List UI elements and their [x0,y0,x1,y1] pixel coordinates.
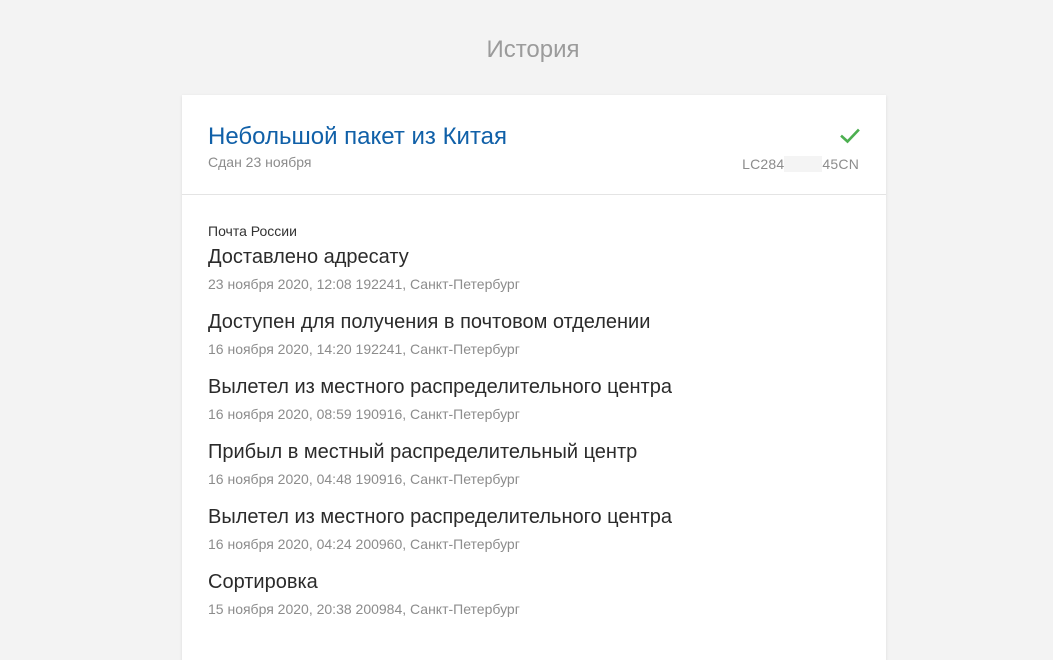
event-meta: 23 ноября 2020, 12:08 192241, Санкт-Пете… [208,276,520,292]
page-title: История [486,36,580,63]
tracking-prefix: LC284 [742,156,785,172]
history-event: Сортировка 15 ноября 2020, 20:38 200984,… [208,571,860,617]
event-meta: 15 ноября 2020, 20:38 200984, Санкт-Пете… [208,601,520,617]
tracking-redaction [784,156,823,172]
carrier-name: Почта России [208,223,297,239]
event-status: Сортировка [208,571,318,593]
tracking-suffix: 45CN [822,156,859,172]
event-meta: 16 ноября 2020, 04:48 190916, Санкт-Пете… [208,471,520,487]
check-icon [840,128,860,144]
parcel-subtitle: Сдан 23 ноября [208,154,312,170]
event-status: Доступен для получения в почтовом отделе… [208,311,651,333]
event-status: Вылетел из местного распределительного ц… [208,376,672,398]
event-meta: 16 ноября 2020, 04:24 200960, Санкт-Пете… [208,536,520,552]
history-event: Вылетел из местного распределительного ц… [208,506,860,552]
parcel-title[interactable]: Небольшой пакет из Китая [208,123,507,151]
tracking-card: Небольшой пакет из Китая Сдан 23 ноября … [182,95,886,660]
page: История Небольшой пакет из Китая Сдан 23… [0,0,1053,660]
history-event: Доступен для получения в почтовом отделе… [208,311,860,357]
history-event: Вылетел из местного распределительного ц… [208,376,860,422]
event-meta: 16 ноября 2020, 08:59 190916, Санкт-Пете… [208,406,520,422]
history-event: Прибыл в местный распределительный центр… [208,441,860,487]
event-status: Прибыл в местный распределительный центр [208,441,638,463]
history-event: Доставлено адресату 23 ноября 2020, 12:0… [208,246,860,292]
event-meta: 16 ноября 2020, 14:20 192241, Санкт-Пете… [208,341,520,357]
event-status: Вылетел из местного распределительного ц… [208,506,672,528]
parcel-header: Небольшой пакет из Китая Сдан 23 ноября … [182,95,886,195]
history-list: Почта России Доставлено адресату 23 нояб… [182,195,886,617]
tracking-number: LC284 45CN [742,156,859,172]
event-status: Доставлено адресату [208,246,409,268]
